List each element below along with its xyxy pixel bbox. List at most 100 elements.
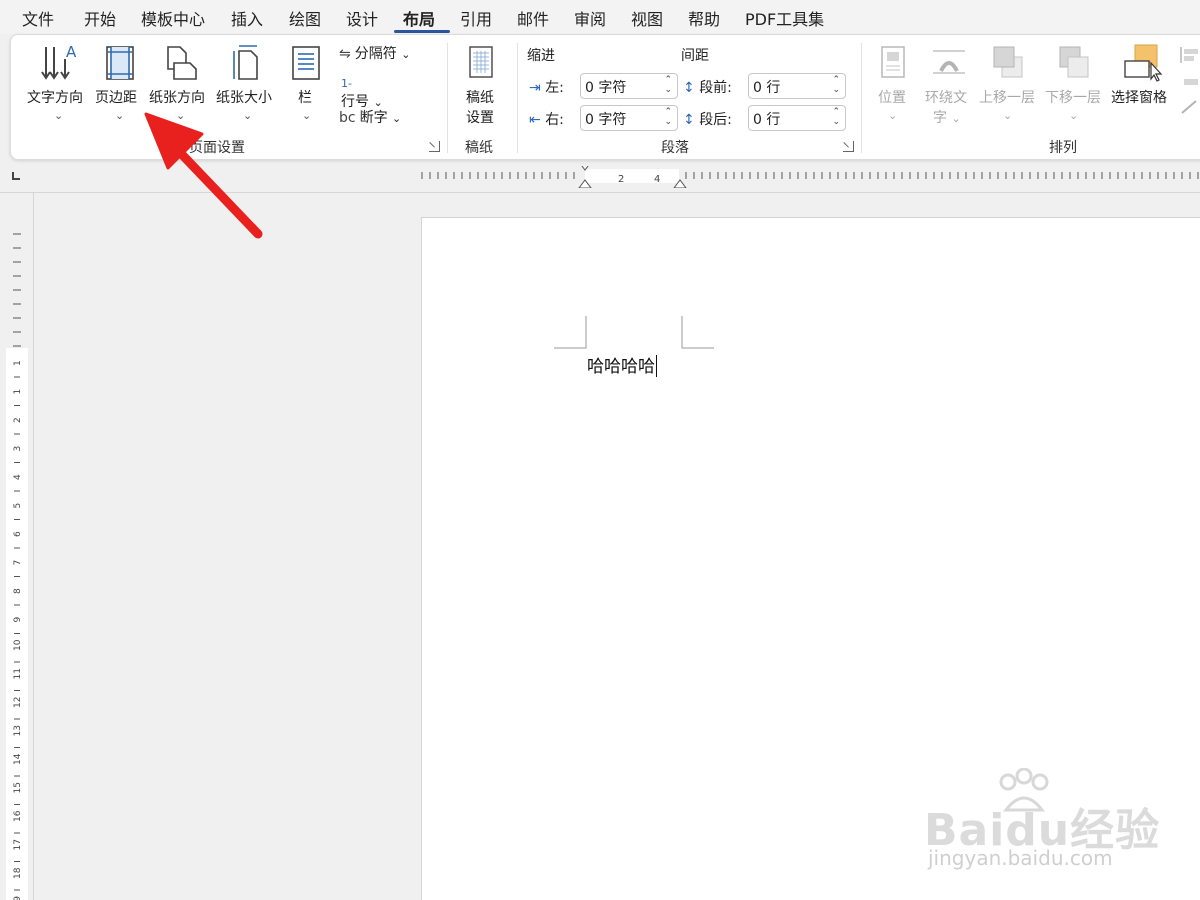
page-setup-dialog-launcher[interactable] [429,141,440,152]
ruler-label: 6 [13,531,23,537]
spacing-after-input[interactable]: 0 行 ⌃ ⌄ [748,105,846,131]
margins-button[interactable]: 页边距 ⌄ [93,43,145,129]
text-direction-button[interactable]: A 文字方向 ⌄ [25,43,91,129]
ruler-label: 13 [13,725,23,736]
bring-forward-icon [993,46,1023,78]
ruler-label: 1 [13,360,23,366]
position-label: 位置 [878,90,906,106]
ruler-label: 8 [13,588,23,594]
svg-text:A: A [66,43,77,61]
ruler-label: 3 [13,446,23,452]
chevron-down-icon: ⌄ [951,112,961,125]
ruler-label: 1 [13,389,23,395]
indent-heading: 缩进 [527,48,555,64]
paragraph-group-label: 段落 [661,140,689,156]
spinner-arrows-icon[interactable]: ⌃ ⌄ [664,107,672,127]
indent-right-icon: ⇤ [529,112,541,128]
vertical-ruler[interactable]: 112345678910111213141516171819 [6,220,28,900]
chevron-down-icon: ⌄ [302,109,312,122]
ruler-label: 10 [13,639,23,651]
ruler-label: 18 [13,867,23,879]
spacing-before-icon: ↕ [683,80,695,96]
indent-left-input[interactable]: 0 字符 ⌃ ⌄ [580,73,678,99]
align-icon [1180,47,1198,114]
bring-forward-button[interactable]: 上移一层 ⌄ [979,43,1037,129]
tab-draw[interactable]: 绘图 [289,6,321,30]
spacing-after-label: ↕ 段后: [683,112,732,128]
ruler-label: 9 [13,617,23,623]
chevron-down-icon: ⌄ [401,48,411,61]
hyphenation-label: 断字 [359,110,388,126]
chevron-down-icon: ⌄ [54,109,64,122]
send-backward-icon [1059,46,1089,78]
tab-view[interactable]: 视图 [631,6,663,30]
breaks-label: 分隔符 [354,46,397,62]
annotation-arrow [144,112,263,239]
line-numbers-button[interactable]: 1- 行号 ⌄ [341,75,383,111]
tab-pdf-tools[interactable]: PDF工具集 [745,6,824,30]
ruler-label: 12 [13,697,23,708]
chevron-down-icon: ⌄ [888,109,898,122]
manuscript-label-line1: 稿纸 [466,90,494,106]
hyphenation-button[interactable]: bc 断字 ⌄ [339,107,401,127]
paragraph-dialog-launcher[interactable] [843,141,854,152]
tab-stop-selector[interactable] [12,172,20,180]
chevron-down-icon: ⌄ [1069,109,1079,122]
spinner-arrows-icon[interactable]: ⌃ ⌄ [832,75,840,95]
document-body-text[interactable]: 哈哈哈哈 [587,352,657,377]
group-divider [861,43,862,153]
selection-pane-icon [1124,44,1163,82]
horizontal-ruler[interactable]: 2 4 [420,166,1200,188]
tab-references[interactable]: 引用 [460,6,492,30]
tab-templates[interactable]: 模板中心 [141,6,205,30]
manuscript-label-line2: 设置 [466,110,494,126]
position-icon [881,46,905,78]
send-backward-button[interactable]: 下移一层 ⌄ [1045,43,1103,129]
tab-file[interactable]: 文件 [22,6,54,30]
ruler-label: 11 [13,668,23,679]
hyphenation-icon: bc [339,110,356,126]
arrange-group-label: 排列 [1049,140,1077,156]
bring-forward-label: 上移一层 [979,90,1035,106]
spacing-before-input[interactable]: 0 行 ⌃ ⌄ [748,73,846,99]
send-backward-label: 下移一层 [1045,90,1101,106]
tab-design[interactable]: 设计 [346,6,378,30]
group-divider [447,43,448,153]
manuscript-settings-button[interactable]: 稿纸 设置 [457,43,505,129]
tab-mailings[interactable]: 邮件 [517,6,549,30]
tab-review[interactable]: 审阅 [574,6,606,30]
align-button[interactable] [1177,43,1200,129]
text-direction-label: 文字方向 [27,90,83,106]
ruler-label: 16 [13,810,23,822]
wrap-text-label-line2: 字 ⌄ [933,110,961,126]
indent-right-input[interactable]: 0 字符 ⌃ ⌄ [580,105,678,131]
columns-label: 栏 [298,90,312,106]
tab-help[interactable]: 帮助 [688,6,720,30]
ruler-label: 4 [654,174,660,185]
chevron-down-icon: ⌄ [115,109,125,122]
ruler-label: 2 [13,417,23,423]
tab-home[interactable]: 开始 [84,6,116,30]
text-caret [656,355,657,377]
paper-size-icon [233,45,258,80]
wrap-text-button[interactable]: 环绕文 字 ⌄ [921,43,977,129]
tab-layout[interactable]: 布局 [403,6,435,30]
indent-right-label: ⇤ 右: [529,112,564,128]
position-button[interactable]: 位置 ⌄ [869,43,917,129]
manuscript-icon [469,46,493,78]
breaks-button[interactable]: ⇋ 分隔符 ⌄ [339,43,410,63]
watermark-url: jingyan.baidu.com [928,846,1113,870]
chevron-down-icon: ⌄ [1003,109,1013,122]
document-text: 哈哈哈哈 [587,357,655,377]
margins-icon [106,46,134,80]
ruler-label: 17 [13,839,23,850]
spinner-arrows-icon[interactable]: ⌃ ⌄ [832,107,840,127]
spacing-before-label: ↕ 段前: [683,80,732,96]
selection-pane-button[interactable]: 选择窗格 [1111,43,1173,129]
menu-bar: 文件 开始 模板中心 插入 绘图 设计 布局 引用 邮件 审阅 视图 帮助 PD… [0,0,1200,34]
columns-icon [292,46,320,80]
spinner-arrows-icon[interactable]: ⌃ ⌄ [664,75,672,95]
breaks-icon: ⇋ [339,46,351,62]
ruler-label: 15 [13,782,23,793]
tab-insert[interactable]: 插入 [231,6,263,30]
